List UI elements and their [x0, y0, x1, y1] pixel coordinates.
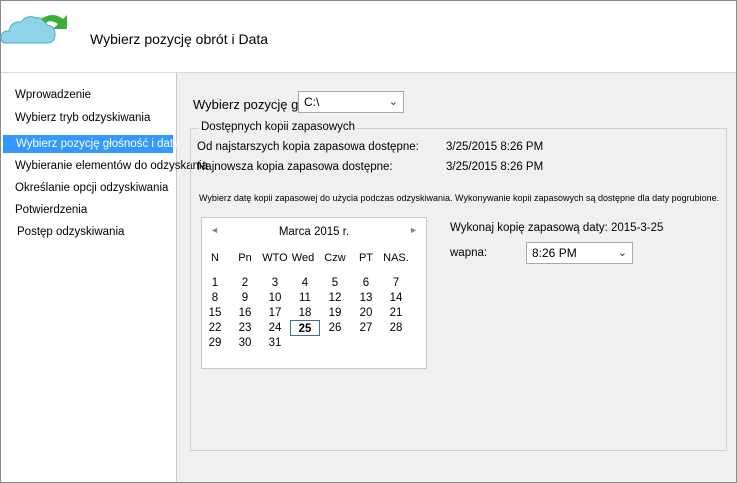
- calendar-day[interactable]: 5: [320, 275, 350, 291]
- calendar-day[interactable]: 23: [230, 320, 260, 336]
- calendar-day[interactable]: 2: [230, 275, 260, 291]
- calendar-day[interactable]: 27: [351, 320, 381, 336]
- sidebar-item-recovery-mode[interactable]: Wybierz tryb odzyskiwania: [15, 109, 150, 127]
- chevron-down-icon: ⌄: [388, 96, 398, 108]
- chevron-down-icon: ⌄: [617, 247, 627, 259]
- recovery-wizard-window: Wybierz pozycję obrót i Data Wprowadzeni…: [0, 0, 737, 483]
- calendar-day[interactable]: 3: [260, 275, 290, 291]
- calendar-day[interactable]: 16: [230, 305, 260, 321]
- calendar-day[interactable]: 7: [381, 275, 411, 291]
- time-label: wapna:: [450, 247, 488, 259]
- wizard-steps-sidebar: Wprowadzenie Wybierz tryb odzyskiwania W…: [1, 73, 208, 482]
- volume-value: C:\: [304, 95, 320, 109]
- calendar-day[interactable]: 8: [200, 290, 230, 306]
- wizard-header: Wybierz pozycję obrót i Data: [1, 1, 736, 73]
- calendar-day[interactable]: 28: [381, 320, 411, 336]
- calendar-day[interactable]: 30: [230, 335, 260, 351]
- calendar-day[interactable]: 26: [320, 320, 350, 336]
- calendar-day[interactable]: 1: [200, 275, 230, 291]
- calendar-day[interactable]: 10: [260, 290, 290, 306]
- sidebar-item-recovery-options[interactable]: Określanie opcji odzyskiwania: [15, 179, 168, 197]
- sidebar-item-confirmation[interactable]: Potwierdzenia: [15, 201, 87, 219]
- weekday-header: Pn: [238, 252, 252, 264]
- calendar-day[interactable]: 6: [351, 275, 381, 291]
- newest-backup-value: 3/25/2015 8:26 PM: [446, 161, 544, 173]
- calendar-day[interactable]: 31: [260, 335, 290, 351]
- calendar-day[interactable]: 4: [290, 275, 320, 291]
- oldest-backup-value: 3/25/2015 8:26 PM: [446, 141, 544, 153]
- sidebar-item-introduction[interactable]: Wprowadzenie: [15, 86, 91, 104]
- calendar-day[interactable]: 13: [351, 290, 381, 306]
- weekday-header: PT: [358, 252, 374, 264]
- page-title: Wybierz pozycję obrót i Data: [90, 31, 269, 47]
- time-value: 8:26 PM: [532, 246, 577, 260]
- calendar-day[interactable]: 18: [290, 305, 320, 321]
- time-dropdown[interactable]: 8:26 PM ⌄: [526, 242, 633, 264]
- calendar-day[interactable]: 17: [260, 305, 290, 321]
- calendar-day-selected[interactable]: 25: [290, 320, 320, 336]
- newest-backup-label: Najnowsza kopia zapasowa dostępne:: [197, 161, 393, 173]
- calendar-day[interactable]: 22: [200, 320, 230, 336]
- backup-calendar[interactable]: ◄ Marca 2015 r. ► N Pn WTO Wed Czw PT NA…: [201, 217, 427, 369]
- calendar-day[interactable]: 20: [351, 305, 381, 321]
- group-title: Dostępnych kopii zapasowych: [199, 121, 358, 133]
- volume-dropdown[interactable]: C:\ ⌄: [298, 91, 404, 113]
- calendar-day[interactable]: 9: [230, 290, 260, 306]
- calendar-day[interactable]: 19: [320, 305, 350, 321]
- sidebar-item-volume-and-date[interactable]: Wybierz pozycję głośność i daty: [3, 135, 179, 153]
- calendar-day[interactable]: 15: [200, 305, 230, 321]
- weekday-header: Czw: [324, 252, 346, 264]
- weekday-header: NAS.: [383, 252, 409, 264]
- calendar-day[interactable]: 14: [381, 290, 411, 306]
- backup-date-label: Wykonaj kopię zapasową daty: 2015-3-25: [450, 222, 664, 234]
- sidebar-item-progress[interactable]: Postęp odzyskiwania: [17, 223, 124, 241]
- main-panel: Wybierz pozycję głośności C:\ ⌄ Dostępny…: [177, 73, 736, 482]
- calendar-day[interactable]: 29: [200, 335, 230, 351]
- calendar-day[interactable]: 12: [320, 290, 350, 306]
- cloud-backup-logo-icon: [1, 15, 67, 44]
- oldest-backup-label: Od najstarszych kopia zapasowa dostępne:: [197, 141, 419, 153]
- weekday-header: WTO: [262, 252, 288, 264]
- calendar-day[interactable]: 24: [260, 320, 290, 336]
- weekday-header: N: [211, 252, 219, 264]
- date-instructions: Wybierz datę kopii zapasowej do użycia p…: [199, 193, 720, 203]
- weekday-header: Wed: [291, 252, 315, 264]
- calendar-day[interactable]: 21: [381, 305, 411, 321]
- calendar-month-title: Marca 2015 r.: [278, 226, 350, 238]
- calendar-day[interactable]: 11: [290, 290, 320, 306]
- next-month-icon[interactable]: ►: [409, 225, 418, 235]
- available-backups-group: Dostępnych kopii zapasowych Od najstarsz…: [190, 121, 727, 451]
